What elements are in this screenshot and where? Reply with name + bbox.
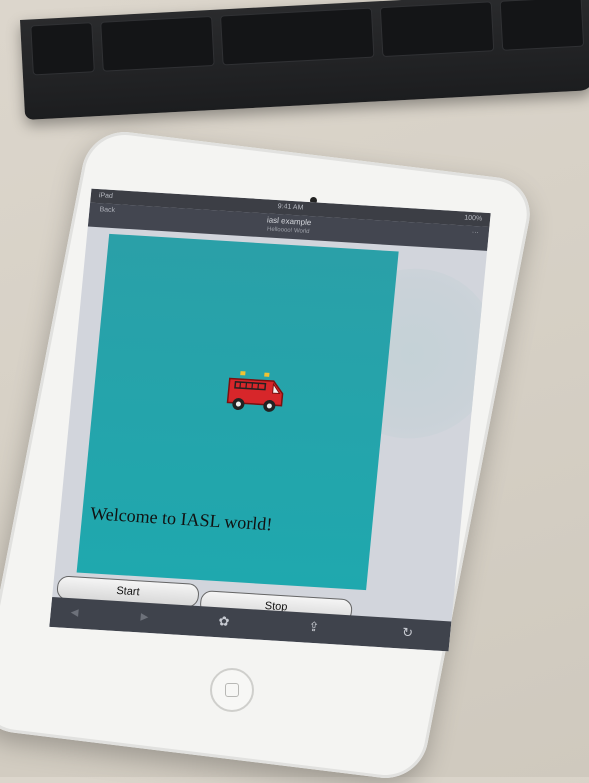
nav-menu-button[interactable]: ··· bbox=[471, 229, 479, 236]
refresh-icon[interactable]: ↻ bbox=[401, 624, 413, 641]
back-arrow-icon[interactable]: ◀ bbox=[70, 607, 79, 618]
app-canvas: Welcome to IASL world! bbox=[76, 233, 399, 591]
ipad-screen: iPad 9:41 AM 100% Back iasl example Hell… bbox=[49, 188, 491, 652]
fire-truck-icon bbox=[226, 371, 284, 412]
forward-arrow-icon[interactable]: ▶ bbox=[140, 611, 149, 622]
welcome-text: Welcome to IASL world! bbox=[89, 503, 274, 535]
home-button-icon bbox=[225, 683, 239, 697]
share-icon[interactable]: ⇪ bbox=[308, 619, 320, 636]
keyboard-photo bbox=[20, 0, 589, 120]
home-button[interactable] bbox=[210, 668, 254, 712]
status-battery: 100% bbox=[463, 214, 483, 223]
tools-icon[interactable]: ✿ bbox=[218, 613, 230, 630]
